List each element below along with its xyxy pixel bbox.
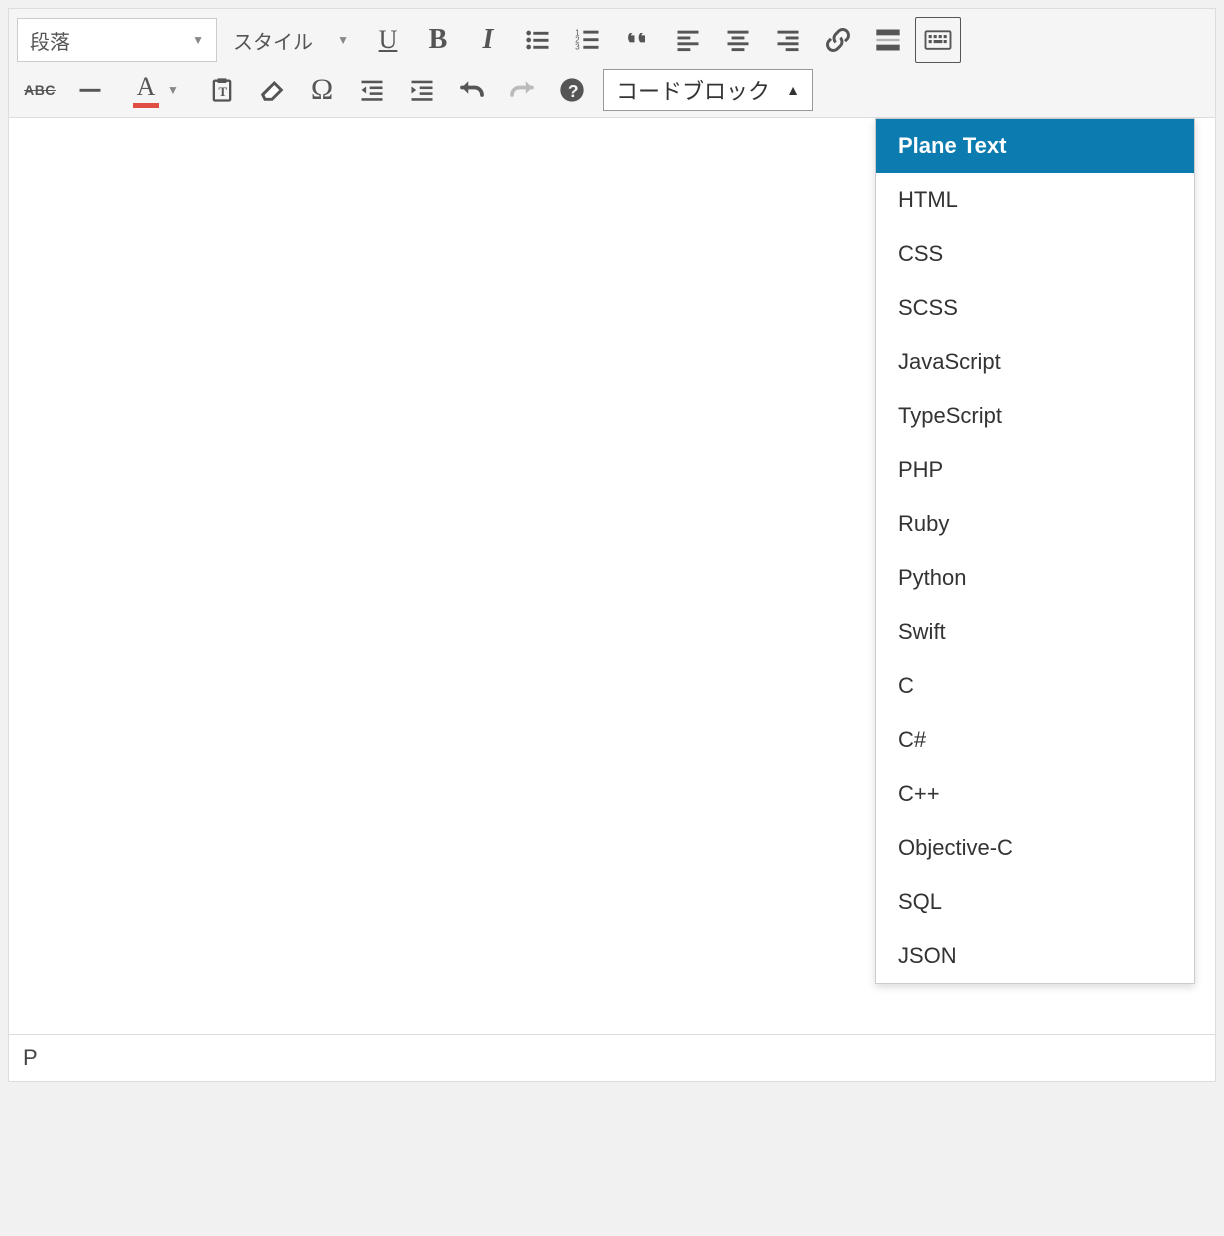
codeblock-option[interactable]: SQL <box>876 875 1194 929</box>
bold-icon: B <box>429 24 448 56</box>
format-select[interactable]: 段落 ▼ <box>17 18 217 62</box>
read-more-icon <box>874 26 902 54</box>
toolbar-row-2: ABC A ▼ T Ω <box>17 65 1207 115</box>
codeblock-option[interactable]: C++ <box>876 767 1194 821</box>
style-select[interactable]: スタイル ▼ <box>221 18 361 62</box>
strikethrough-icon: ABC <box>24 82 56 98</box>
undo-icon <box>457 75 487 105</box>
bullet-list-icon <box>524 26 552 54</box>
format-select-label: 段落 <box>30 26 70 55</box>
strikethrough-button[interactable]: ABC <box>17 67 63 113</box>
svg-text:?: ? <box>568 81 579 101</box>
caret-down-icon: ▼ <box>167 83 179 97</box>
align-left-button[interactable] <box>665 17 711 63</box>
underline-button[interactable]: U <box>365 17 411 63</box>
special-character-button[interactable]: Ω <box>299 67 345 113</box>
editor-content-area[interactable]: Plane TextHTMLCSSSCSSJavaScriptTypeScrip… <box>8 117 1216 1035</box>
undo-button[interactable] <box>449 67 495 113</box>
omega-icon: Ω <box>311 73 333 107</box>
align-right-button[interactable] <box>765 17 811 63</box>
codeblock-option[interactable]: TypeScript <box>876 389 1194 443</box>
keyboard-icon <box>923 25 953 55</box>
bold-button[interactable]: B <box>415 17 461 63</box>
text-color-button[interactable]: A ▼ <box>117 67 195 113</box>
codeblock-option[interactable]: SCSS <box>876 281 1194 335</box>
read-more-button[interactable] <box>865 17 911 63</box>
codeblock-option[interactable]: C <box>876 659 1194 713</box>
clear-formatting-button[interactable] <box>249 67 295 113</box>
codeblock-option[interactable]: HTML <box>876 173 1194 227</box>
svg-text:T: T <box>219 85 228 99</box>
style-select-label: スタイル <box>233 26 313 55</box>
link-icon <box>824 26 852 54</box>
text-color-icon: A <box>133 72 159 108</box>
redo-icon <box>507 75 537 105</box>
codeblock-option[interactable]: Plane Text <box>876 119 1194 173</box>
bullet-list-button[interactable] <box>515 17 561 63</box>
align-center-button[interactable] <box>715 17 761 63</box>
horizontal-rule-button[interactable] <box>67 67 113 113</box>
caret-down-icon: ▼ <box>192 33 204 47</box>
eraser-icon <box>258 76 286 104</box>
outdent-icon <box>358 76 386 104</box>
element-path[interactable]: P <box>23 1045 38 1070</box>
codeblock-option[interactable]: Ruby <box>876 497 1194 551</box>
codeblock-select[interactable]: コードブロック ▲ <box>603 69 813 111</box>
outdent-button[interactable] <box>349 67 395 113</box>
codeblock-option[interactable]: JSON <box>876 929 1194 983</box>
blockquote-button[interactable] <box>615 17 661 63</box>
codeblock-dropdown: Plane TextHTMLCSSSCSSJavaScriptTypeScrip… <box>875 118 1195 984</box>
underline-icon: U <box>379 25 398 55</box>
codeblock-option[interactable]: Python <box>876 551 1194 605</box>
codeblock-option[interactable]: CSS <box>876 227 1194 281</box>
italic-icon: I <box>483 24 494 56</box>
numbered-list-icon: 123 <box>574 26 602 54</box>
help-icon: ? <box>558 76 586 104</box>
toolbar-row-1: 段落 ▼ スタイル ▼ U B I 123 <box>17 15 1207 65</box>
align-right-icon <box>774 26 802 54</box>
caret-up-icon: ▲ <box>786 82 800 98</box>
indent-icon <box>408 76 436 104</box>
horizontal-rule-icon <box>76 76 104 104</box>
editor-toolbar: 段落 ▼ スタイル ▼ U B I 123 <box>8 8 1216 117</box>
italic-button[interactable]: I <box>465 17 511 63</box>
codeblock-select-label: コードブロック <box>616 74 770 106</box>
text-color-swatch <box>133 103 159 108</box>
status-bar: P <box>8 1035 1216 1082</box>
align-left-icon <box>674 26 702 54</box>
numbered-list-button[interactable]: 123 <box>565 17 611 63</box>
codeblock-option[interactable]: JavaScript <box>876 335 1194 389</box>
caret-down-icon: ▼ <box>337 33 349 47</box>
svg-text:3: 3 <box>575 42 580 51</box>
codeblock-option[interactable]: Objective-C <box>876 821 1194 875</box>
clipboard-icon: T <box>208 76 236 104</box>
redo-button[interactable] <box>499 67 545 113</box>
align-center-icon <box>724 26 752 54</box>
indent-button[interactable] <box>399 67 445 113</box>
codeblock-option[interactable]: Swift <box>876 605 1194 659</box>
link-button[interactable] <box>815 17 861 63</box>
paste-text-button[interactable]: T <box>199 67 245 113</box>
codeblock-option[interactable]: C# <box>876 713 1194 767</box>
toolbar-toggle-button[interactable] <box>915 17 961 63</box>
blockquote-icon <box>624 26 652 54</box>
help-button[interactable]: ? <box>549 67 595 113</box>
codeblock-option[interactable]: PHP <box>876 443 1194 497</box>
